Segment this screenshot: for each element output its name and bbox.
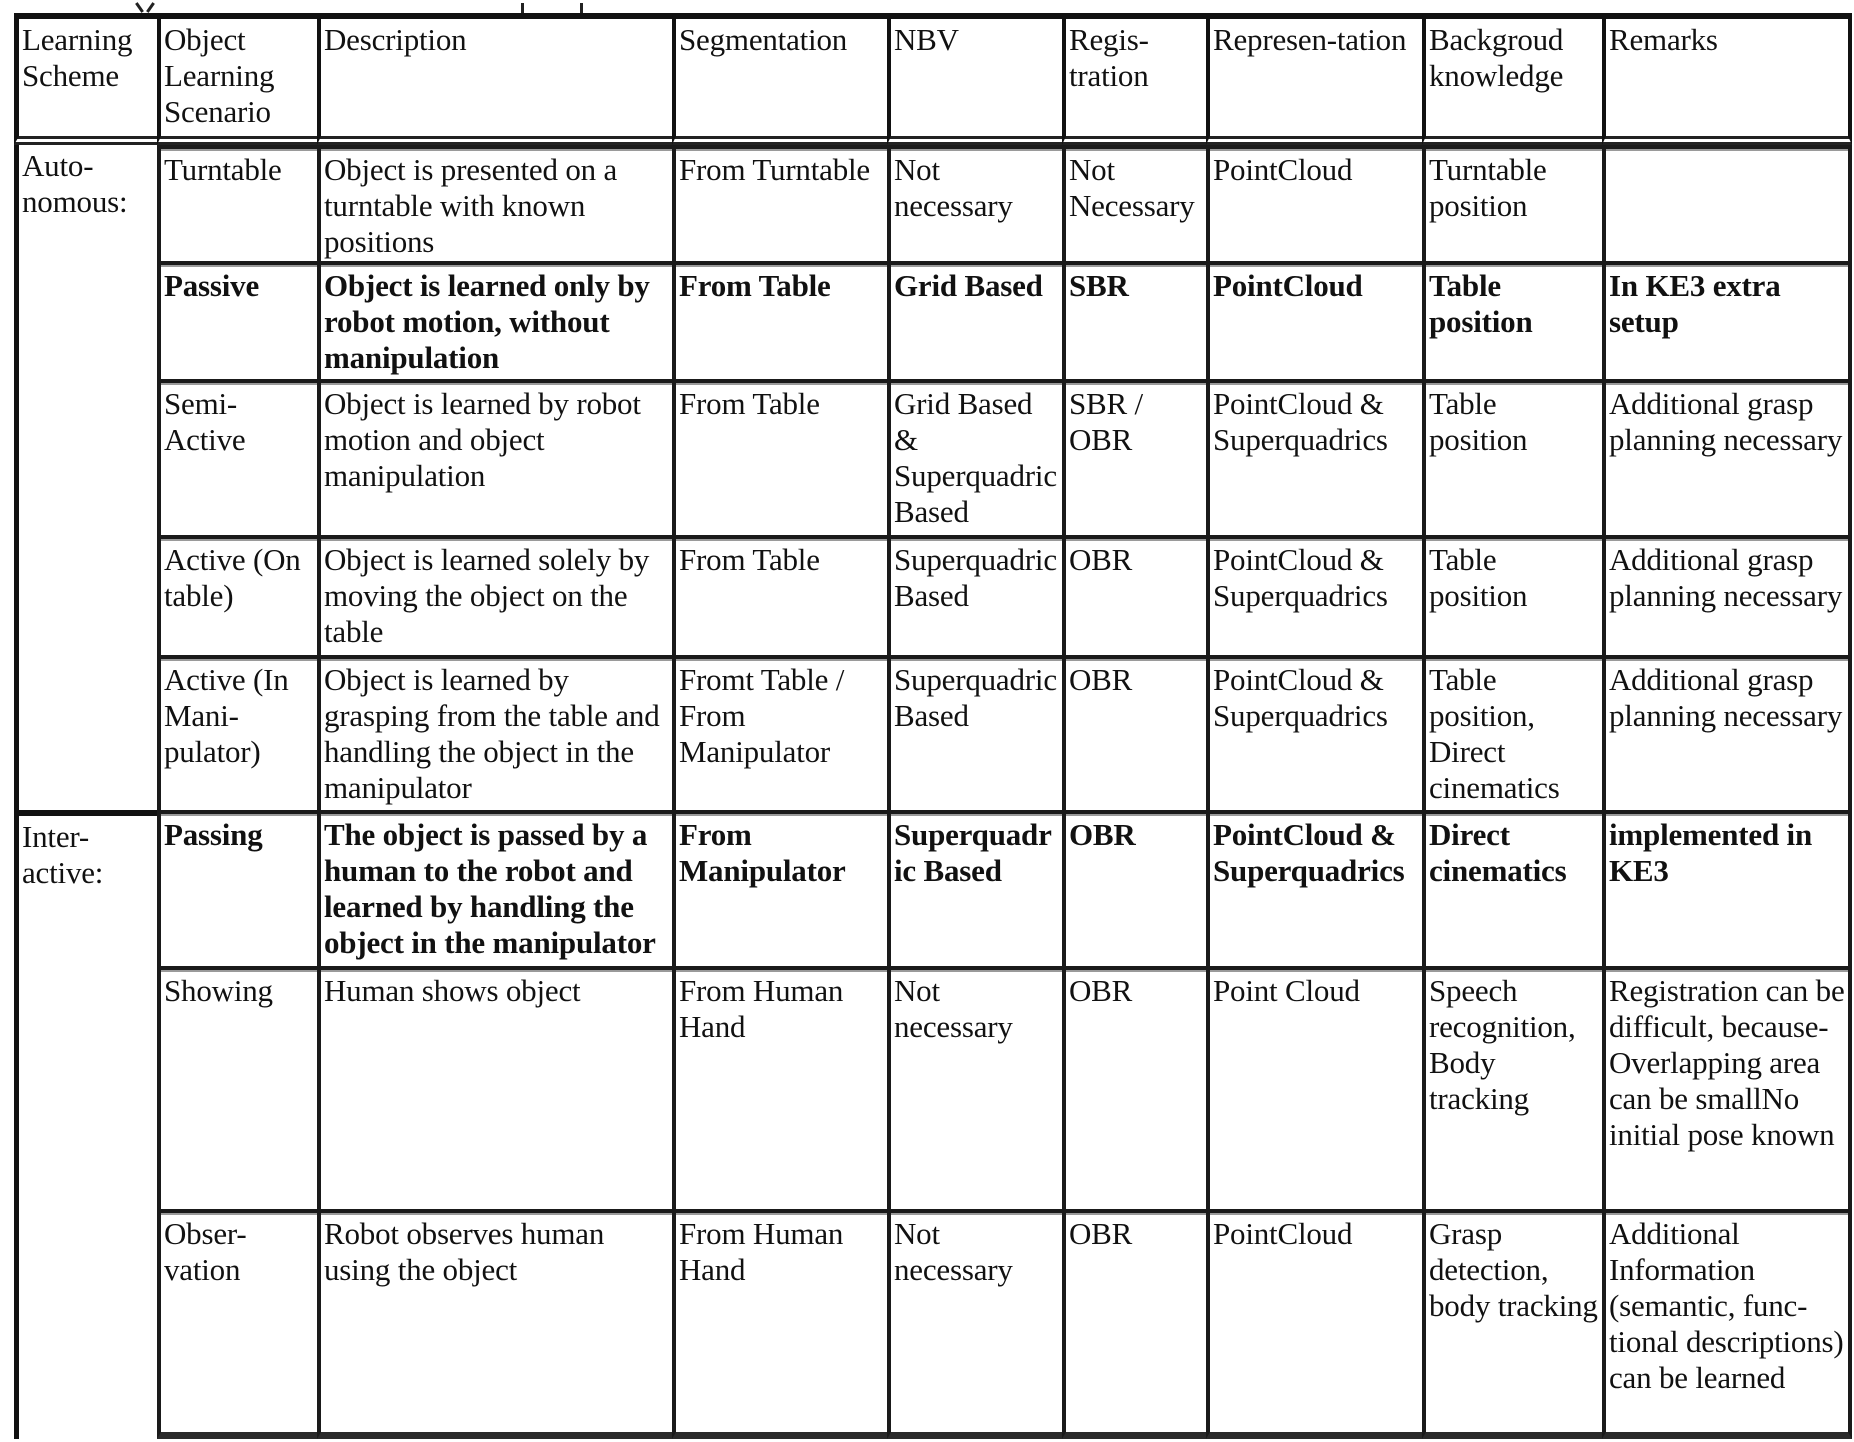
registration-cell: OBR xyxy=(1062,535,1206,655)
header-background: Backgroud knowledge xyxy=(1422,13,1602,145)
representation-cell: Point Cloud xyxy=(1206,966,1422,1209)
background-cell: Turntable position xyxy=(1422,145,1602,261)
description-cell: Human shows object xyxy=(317,966,672,1209)
scenario-cell: Semi-Active xyxy=(157,379,317,535)
learning-scheme-table: Learning Scheme Object Learning Scenario… xyxy=(14,13,1852,1439)
table-row: Passive Object is learned only by robot m… xyxy=(14,261,1852,379)
clipped-text-fragment xyxy=(135,2,144,13)
nbv-cell: Superquadric Based xyxy=(887,535,1062,655)
remarks-cell: Additional grasp planning necessary xyxy=(1602,655,1852,810)
registration-cell: SBR xyxy=(1062,261,1206,379)
nbv-cell: Not necessary xyxy=(887,1209,1062,1439)
scenario-cell: Obser-vation xyxy=(157,1209,317,1439)
scenario-cell: Active (On table) xyxy=(157,535,317,655)
registration-cell: Not Necessary xyxy=(1062,145,1206,261)
nbv-cell: Not necessary xyxy=(887,145,1062,261)
registration-cell: OBR xyxy=(1062,1209,1206,1439)
representation-cell: PointCloud & Superquadrics xyxy=(1206,535,1422,655)
table-row: Semi-Active Object is learned by robot mo… xyxy=(14,379,1852,535)
learning-scheme-cell: Auto-nomous: xyxy=(14,145,157,810)
description-cell: Object is learned by grasping from the t… xyxy=(317,655,672,810)
description-cell: Object is learned solely by moving the o… xyxy=(317,535,672,655)
header-nbv: NBV xyxy=(887,13,1062,145)
description-cell: Object is presented on a turntable with … xyxy=(317,145,672,261)
clipped-text-fragment xyxy=(580,3,583,13)
table-row: Showing Human shows object From Human Hand… xyxy=(14,966,1852,1209)
clipped-text-fragment xyxy=(146,2,155,13)
representation-cell: PointCloud & Superquadrics xyxy=(1206,655,1422,810)
registration-cell: SBR / OBR xyxy=(1062,379,1206,535)
background-cell: Speech recognition, Body tracking xyxy=(1422,966,1602,1209)
scenario-cell: Active (In Mani-pulator) xyxy=(157,655,317,810)
registration-cell: OBR xyxy=(1062,966,1206,1209)
segmentation-cell: From Table xyxy=(672,261,887,379)
description-cell: Robot observes human using the object xyxy=(317,1209,672,1439)
nbv-cell: Grid Based & Superquadric Based xyxy=(887,379,1062,535)
learning-scheme-cell: Inter-active: xyxy=(14,810,157,1439)
background-cell: Direct cinematics xyxy=(1422,810,1602,966)
remarks-cell: Additional grasp planning necessary xyxy=(1602,535,1852,655)
registration-cell: OBR xyxy=(1062,655,1206,810)
scenario-cell: Passing xyxy=(157,810,317,966)
background-cell: Table position xyxy=(1422,379,1602,535)
header-registration: Regis-tration xyxy=(1062,13,1206,145)
nbv-cell: Superquadric Based xyxy=(887,810,1062,966)
segmentation-cell: From Table xyxy=(672,535,887,655)
remarks-cell xyxy=(1602,145,1852,261)
remarks-cell: Registration can be difficult, because-O… xyxy=(1602,966,1852,1209)
table-row: Inter-active: Passing The object is passed… xyxy=(14,810,1852,1439)
scenario-cell: Passive xyxy=(157,261,317,379)
representation-cell: PointCloud xyxy=(1206,145,1422,261)
segmentation-cell: From Table xyxy=(672,379,887,535)
nbv-cell: Grid Based xyxy=(887,261,1062,379)
description-cell: Object is learned by robot motion and ob… xyxy=(317,379,672,535)
background-cell: Grasp detection, body tracking xyxy=(1422,1209,1602,1439)
segmentation-cell: From Human Hand xyxy=(672,966,887,1209)
remarks-cell: In KE3 extra setup xyxy=(1602,261,1852,379)
description-cell: Object is learned only by robot motion, … xyxy=(317,261,672,379)
table-row: Active (In Mani-pulator) Object is learne… xyxy=(14,655,1852,810)
registration-cell: OBR xyxy=(1062,810,1206,966)
header-scenario: Object Learning Scenario xyxy=(157,13,317,145)
representation-cell: PointCloud & Superquadrics xyxy=(1206,810,1422,966)
segmentation-cell: Fromt Table / From Manipulator xyxy=(672,655,887,810)
table-row: Auto-nomous: Turntable Object is presented… xyxy=(14,145,1852,810)
remarks-cell: Additional Information (semantic, func-t… xyxy=(1602,1209,1852,1439)
header-representation: Represen-tation xyxy=(1206,13,1422,145)
header-segmentation: Segmentation xyxy=(672,13,887,145)
scenario-cell: Turntable xyxy=(157,145,317,261)
clipped-text-fragment xyxy=(521,3,524,13)
representation-cell: PointCloud & Superquadrics xyxy=(1206,379,1422,535)
segmentation-cell: From Manipulator xyxy=(672,810,887,966)
nbv-cell: Superquadric Based xyxy=(887,655,1062,810)
header-row: Learning Scheme Object Learning Scenario… xyxy=(14,13,1852,145)
representation-cell: PointCloud xyxy=(1206,261,1422,379)
header-learning-scheme: Learning Scheme xyxy=(14,13,157,145)
header-description: Description xyxy=(317,13,672,145)
remarks-cell: Additional grasp planning necessary xyxy=(1602,379,1852,535)
scenario-cell: Showing xyxy=(157,966,317,1209)
description-cell: The object is passed by a human to the r… xyxy=(317,810,672,966)
segmentation-cell: From Turntable xyxy=(672,145,887,261)
table-row: Obser-vation Robot observes human using t… xyxy=(14,1209,1852,1439)
header-remarks: Remarks xyxy=(1602,13,1852,145)
segmentation-cell: From Human Hand xyxy=(672,1209,887,1439)
nbv-cell: Not necessary xyxy=(887,966,1062,1209)
representation-cell: PointCloud xyxy=(1206,1209,1422,1439)
background-cell: Table position, Direct cinematics xyxy=(1422,655,1602,810)
background-cell: Table position xyxy=(1422,261,1602,379)
remarks-cell: implemented in KE3 xyxy=(1602,810,1852,966)
table-row: Active (On table) Object is learned solel… xyxy=(14,535,1852,655)
background-cell: Table position xyxy=(1422,535,1602,655)
